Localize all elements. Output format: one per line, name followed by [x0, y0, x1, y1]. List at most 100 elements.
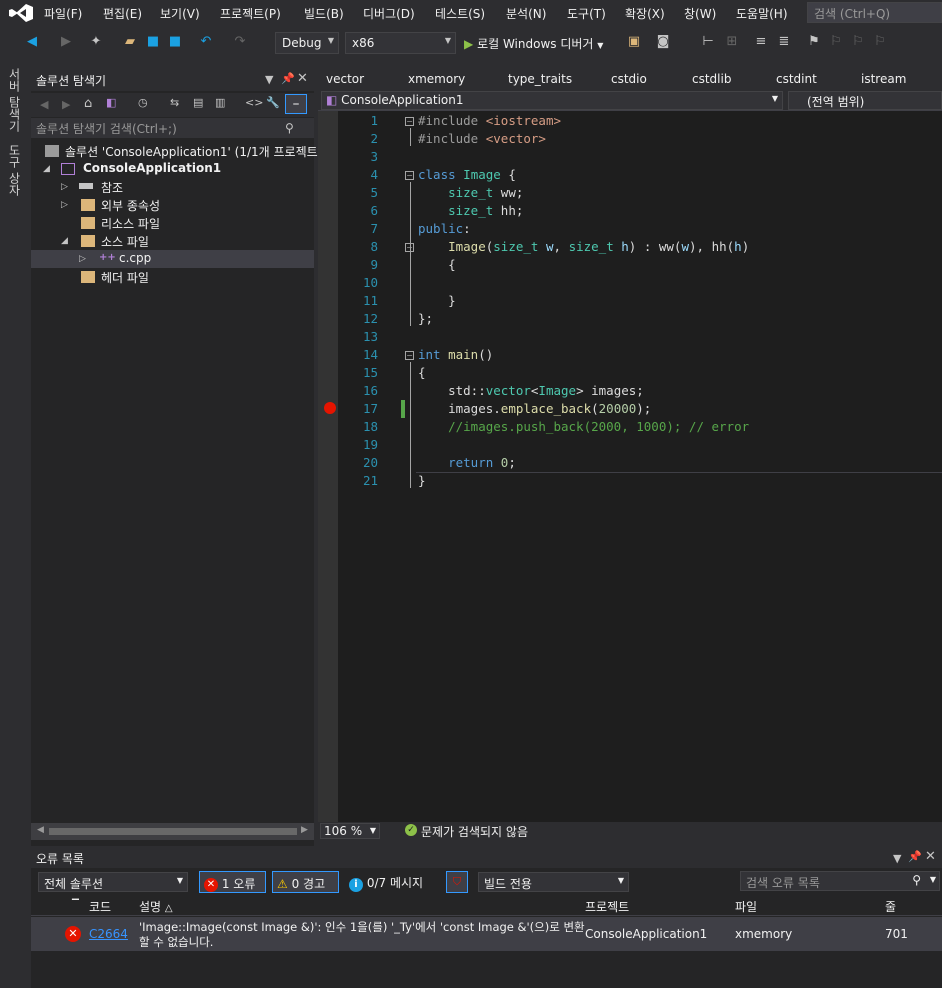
menu-help[interactable]: 도움말(H) [736, 5, 788, 22]
save-icon[interactable]: ■ [145, 34, 161, 50]
warnings-filter-button[interactable]: ⚠ 0 경고 [272, 871, 339, 893]
dropdown-icon[interactable]: ▼ [893, 852, 901, 865]
start-debugging-button[interactable]: ▶ 로컬 Windows 디버거 ▼ [464, 35, 603, 52]
scroll-right-icon[interactable]: ▶ [301, 825, 308, 835]
collapsed-arrow-icon[interactable]: ▷ [61, 182, 68, 192]
tab-istream[interactable]: istream [861, 72, 906, 86]
tab-xmemory[interactable]: xmemory [408, 72, 465, 86]
menu-project[interactable]: 프로젝트(P) [220, 5, 281, 22]
pending-changes-icon[interactable]: ◷ [138, 96, 148, 109]
collapsed-arrow-icon[interactable]: ▷ [79, 254, 86, 264]
align-icon[interactable]: ⊞ [724, 34, 740, 50]
column-code[interactable]: 코드 [89, 898, 111, 915]
menu-build[interactable]: 빌드(B) [304, 5, 344, 22]
tree-item-project[interactable]: ◢ ConsoleApplication1 [31, 160, 314, 178]
view-code-icon[interactable]: <> [245, 96, 263, 109]
solution-platform-select[interactable]: x86 ▼ [345, 32, 456, 54]
new-project-icon[interactable]: ✦ [88, 34, 104, 50]
tree-item-header-files[interactable]: 헤더 파일 [31, 268, 314, 286]
preview-selected-icon[interactable]: ⎯ [285, 94, 307, 114]
expanded-arrow-icon[interactable]: ◢ [43, 164, 50, 174]
quick-search-input[interactable]: 검색 (Ctrl+Q) [807, 2, 942, 23]
tab-type-traits[interactable]: type_traits [508, 72, 572, 86]
errors-filter-button[interactable]: ✕ 1 오류 [199, 871, 266, 893]
column-project[interactable]: 프로젝트 [585, 898, 629, 915]
solution-configuration-select[interactable]: Debug ▼ [275, 32, 339, 54]
error-code-link[interactable]: C2664 [89, 927, 128, 941]
scroll-left-icon[interactable]: ◀ [37, 825, 44, 835]
column-description[interactable]: 설명 △ [139, 898, 173, 915]
tab-vector[interactable]: vector [326, 72, 364, 86]
menu-test[interactable]: 테스트(S) [435, 5, 485, 22]
global-scope-select[interactable]: (전역 범위) [788, 91, 942, 110]
browse-icon[interactable]: ▣ [626, 34, 642, 50]
menu-window[interactable]: 창(W) [684, 5, 716, 22]
project-scope-select[interactable]: ◧ ConsoleApplication1 ▼ [321, 91, 783, 110]
toolbox-tab[interactable]: 도구 상자 [6, 144, 23, 196]
error-list-search-input[interactable]: 검색 오류 목록 ⚲ ▼ [740, 871, 940, 891]
zoom-select[interactable]: 106 % ▼ [320, 823, 380, 839]
menu-analyze[interactable]: 분석(N) [506, 5, 546, 22]
clear-bookmarks-icon[interactable]: ⚐ [872, 34, 888, 50]
tree-item-external-dependencies[interactable]: ▷ 외부 종속성 [31, 196, 314, 214]
back-icon[interactable]: ◀ [40, 98, 48, 111]
indicator-margin[interactable] [318, 111, 338, 822]
menu-debug[interactable]: 디버그(D) [363, 5, 415, 22]
server-explorer-tab[interactable]: 서버 탐색기 [6, 68, 23, 132]
close-icon[interactable]: ✕ [925, 849, 936, 864]
menu-file[interactable]: 파일(F) [44, 5, 82, 22]
sort-icon[interactable]: ▔ [72, 900, 79, 910]
close-icon[interactable]: ✕ [297, 71, 308, 86]
tree-item-c-cpp[interactable]: ▷ ++ c.cpp [31, 250, 314, 268]
sync-icon[interactable]: ⇆ [170, 96, 179, 109]
comment-icon[interactable]: ≡ [753, 34, 769, 50]
solution-explorer-search-input[interactable]: 솔루션 탐색기 검색(Ctrl+;) [31, 118, 314, 138]
tree-item-references[interactable]: ▷ 참조 [31, 178, 314, 196]
tab-cstdlib[interactable]: cstdlib [692, 72, 731, 86]
menu-view[interactable]: 보기(V) [160, 5, 200, 22]
open-file-icon[interactable]: ▰ [122, 34, 138, 50]
uncomment-icon[interactable]: ≣ [776, 34, 792, 50]
prev-bookmark-icon[interactable]: ⚐ [828, 34, 844, 50]
code-editor[interactable] [318, 111, 942, 822]
dropdown-icon[interactable]: ▼ [265, 73, 273, 86]
screenshot-icon[interactable]: ◙ [655, 34, 671, 50]
collapse-region-icon[interactable]: − [405, 117, 414, 126]
save-all-icon[interactable]: ■ [167, 34, 183, 50]
undo-icon[interactable]: ↶ [198, 34, 214, 50]
collapse-region-icon[interactable]: − [405, 243, 414, 252]
pin-icon[interactable]: 📌 [908, 850, 922, 863]
collapsed-arrow-icon[interactable]: ▷ [61, 200, 68, 210]
step-icon[interactable]: ⊢ [700, 34, 716, 50]
tab-cstdint[interactable]: cstdint [776, 72, 817, 86]
forward-icon[interactable]: ▶ [62, 98, 70, 111]
messages-filter-button[interactable]: i 0/7 메시지 [349, 874, 423, 892]
tree-item-solution[interactable]: 솔루션 'ConsoleApplication1' (1/1개 프로젝트 [31, 142, 318, 160]
tab-cstdio[interactable]: cstdio [611, 72, 647, 86]
scrollbar-thumb[interactable] [49, 828, 297, 835]
menu-edit[interactable]: 편집(E) [103, 5, 142, 22]
search-icon[interactable]: ⚲ [285, 121, 294, 135]
show-all-files-icon[interactable]: ▥ [215, 96, 225, 109]
visual-studio-logo-icon[interactable] [8, 3, 34, 23]
collapse-region-icon[interactable]: − [405, 171, 414, 180]
column-file[interactable]: 파일 [735, 898, 757, 915]
build-filter-select[interactable]: 빌드 전용 ▼ [478, 872, 629, 892]
horizontal-scrollbar[interactable]: ◀ ▶ [31, 823, 314, 840]
menu-extensions[interactable]: 확장(X) [625, 5, 665, 22]
properties-wrench-icon[interactable]: 🔧 [266, 96, 280, 109]
collapse-region-icon[interactable]: − [405, 351, 414, 360]
breakpoint-icon[interactable] [324, 402, 336, 414]
home-icon[interactable]: ⌂ [84, 96, 92, 111]
switch-views-icon[interactable]: ◧ [106, 96, 116, 109]
tree-item-resource-files[interactable]: 리소스 파일 [31, 214, 314, 232]
tree-item-source-files[interactable]: ◢ 소스 파일 [31, 232, 314, 250]
redo-icon[interactable]: ↷ [232, 34, 248, 50]
navigate-forward-icon[interactable]: ▶ [58, 34, 74, 50]
collapse-all-icon[interactable]: ▤ [193, 96, 203, 109]
pin-icon[interactable]: 📌 [281, 72, 295, 85]
filter-icon[interactable]: ⛉ [446, 871, 468, 893]
error-scope-select[interactable]: 전체 솔루션 ▼ [38, 872, 188, 892]
next-bookmark-icon[interactable]: ⚐ [850, 34, 866, 50]
bookmark-icon[interactable]: ⚑ [806, 34, 822, 50]
